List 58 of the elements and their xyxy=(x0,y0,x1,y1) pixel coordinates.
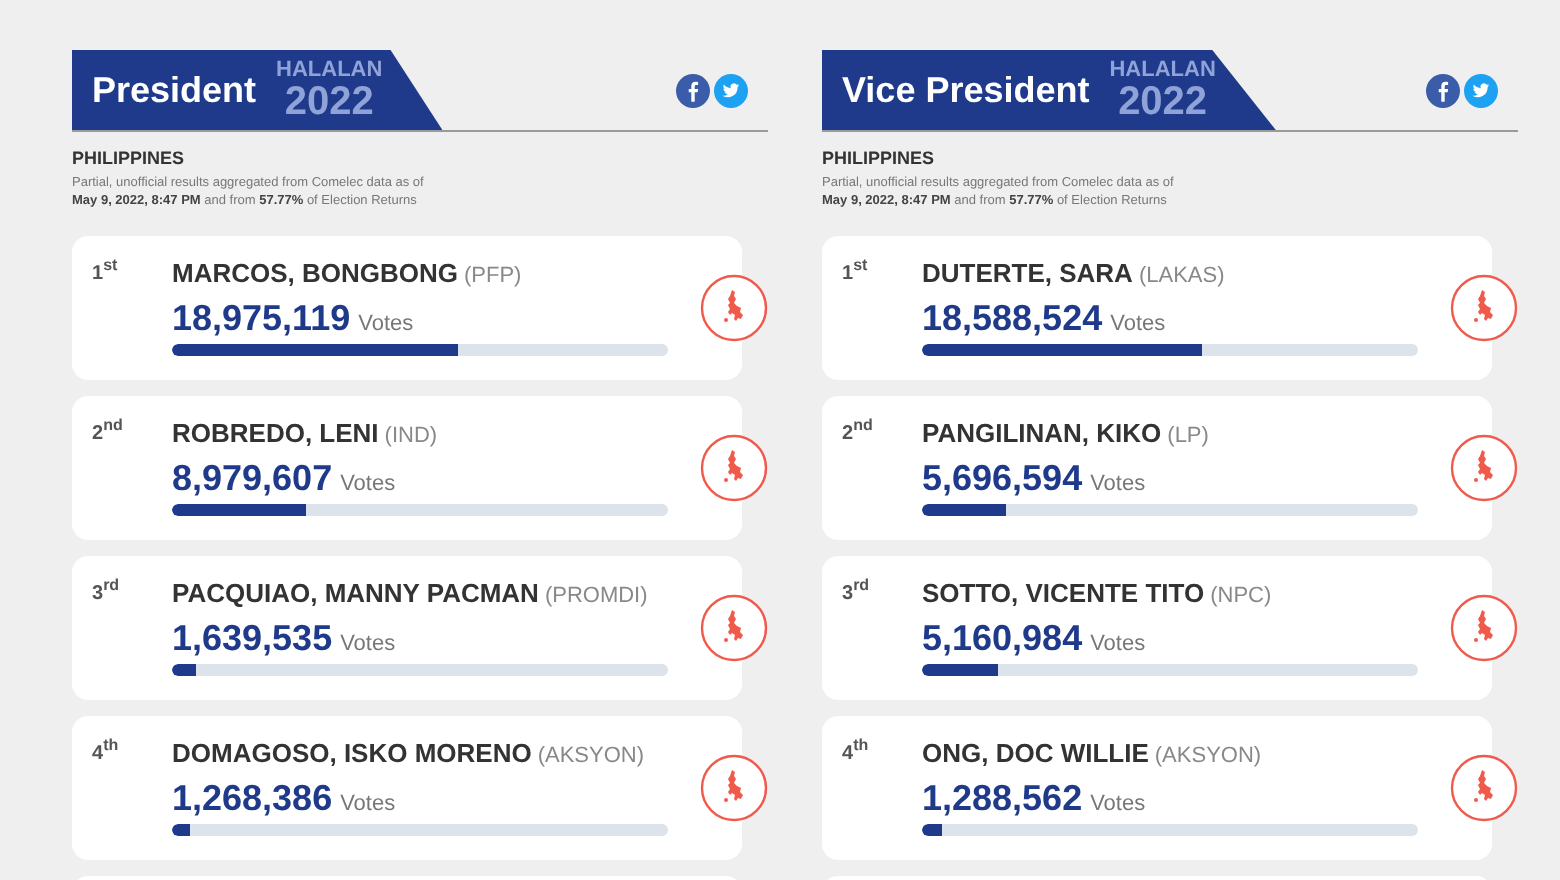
map-icon[interactable] xyxy=(700,434,768,502)
votes-label: Votes xyxy=(340,792,396,816)
election-logo: HALALAN 2022 xyxy=(1109,59,1216,121)
rank-label: 4$^{th}$ xyxy=(842,736,871,769)
candidate-name: DUTERTE, SARA xyxy=(922,258,1133,288)
vote-count: 1,268,386 xyxy=(172,778,333,818)
party-label: (PROMDI) xyxy=(544,584,648,608)
party-label: (NPC) xyxy=(1210,584,1272,608)
party-label: (LP) xyxy=(1167,424,1209,448)
vote-count: 1,288,562 xyxy=(922,778,1083,818)
candidate-name: DOMAGOSO, ISKO MORENO xyxy=(172,738,532,768)
vote-count: 5,696,594 xyxy=(922,458,1083,498)
section-title: President xyxy=(92,69,257,111)
votes-label: Votes xyxy=(1110,312,1166,336)
rank-label: 2$^{nd}$ xyxy=(842,416,875,449)
vote-count: 8,979,607 xyxy=(172,458,333,498)
map-icon[interactable] xyxy=(700,594,768,662)
rank-label: 4$^{th}$ xyxy=(92,736,121,769)
map-icon[interactable] xyxy=(1450,274,1518,342)
candidate-name: SOTTO, VICENTE TITO xyxy=(922,578,1205,608)
vote-count: 18,975,119 xyxy=(172,298,351,338)
candidate-name: PANGILINAN, KIKO xyxy=(922,418,1162,448)
rank-label: 3$^{rd}$ xyxy=(92,576,122,609)
twitter-icon[interactable] xyxy=(1464,73,1498,107)
map-icon[interactable] xyxy=(700,754,768,822)
votes-label: Votes xyxy=(1090,632,1146,656)
map-icon[interactable] xyxy=(1450,594,1518,662)
rank-label: 3$^{rd}$ xyxy=(842,576,872,609)
votes-label: Votes xyxy=(358,312,414,336)
map-icon[interactable] xyxy=(1450,434,1518,502)
candidate-name: MARCOS, BONGBONG xyxy=(172,258,458,288)
section-title: Vice President xyxy=(842,69,1090,111)
facebook-icon[interactable] xyxy=(1426,73,1460,107)
facebook-icon[interactable] xyxy=(676,73,710,107)
vote-count: 18,588,524 xyxy=(922,298,1103,338)
party-label: (PFP) xyxy=(464,264,522,288)
vote-count: 1,639,535 xyxy=(172,618,333,658)
candidate-name: PACQUIAO, MANNY PACMAN xyxy=(172,578,539,608)
rank-label: 2$^{nd}$ xyxy=(92,416,125,449)
votes-label: Votes xyxy=(1090,792,1146,816)
party-label: (AKSYON) xyxy=(537,744,645,768)
votes-label: Votes xyxy=(340,632,396,656)
candidate-name: ONG, DOC WILLIE xyxy=(922,738,1149,768)
region-label: PHILIPPINES xyxy=(822,148,937,168)
twitter-icon[interactable] xyxy=(714,73,748,107)
party-label: (AKSYON) xyxy=(1154,744,1262,768)
map-icon[interactable] xyxy=(1450,754,1518,822)
candidate-name: ROBREDO, LENI xyxy=(172,418,379,448)
votes-label: Votes xyxy=(1090,472,1146,496)
election-logo: HALALAN 2022 xyxy=(276,59,383,121)
vote-count: 5,160,984 xyxy=(922,618,1083,658)
party-label: (LAKAS) xyxy=(1138,264,1225,288)
map-icon[interactable] xyxy=(700,274,768,342)
region-label: PHILIPPINES xyxy=(72,148,187,168)
votes-label: Votes xyxy=(340,472,396,496)
party-label: (IND) xyxy=(384,424,438,448)
rank-label: 1$^{st}$ xyxy=(92,256,120,289)
rank-label: 1$^{st}$ xyxy=(842,256,870,289)
